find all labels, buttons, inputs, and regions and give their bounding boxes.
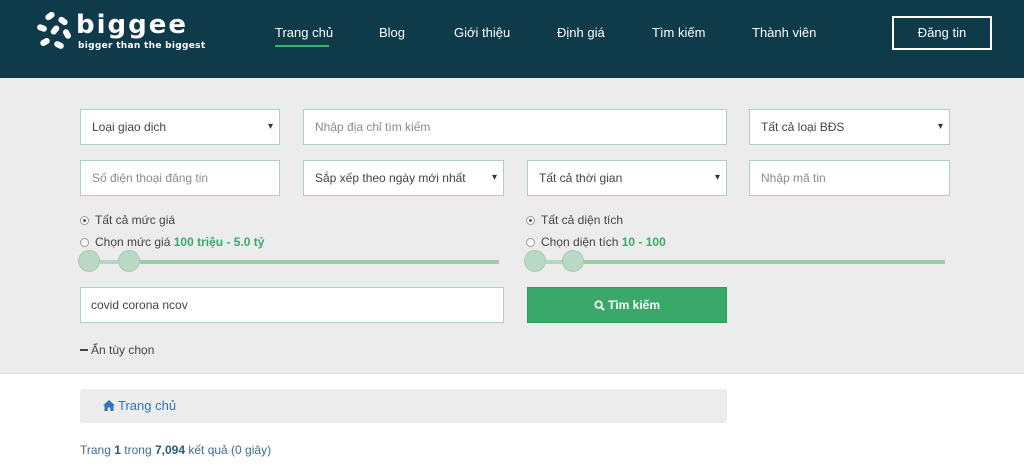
nav-item-blog[interactable]: Blog	[379, 25, 405, 40]
results-page: 1	[114, 443, 121, 457]
nav-active-indicator	[275, 45, 329, 47]
post-listing-button[interactable]: Đăng tin	[892, 16, 992, 50]
home-icon	[103, 400, 115, 411]
area-range-value: 10 - 100	[621, 235, 666, 249]
price-choose-label: Chọn mức giá	[95, 235, 171, 249]
sort-select[interactable]: Sắp xếp theo ngày mới nhất	[303, 160, 504, 196]
nav-item-about[interactable]: Giới thiệu	[454, 25, 510, 40]
toggle-options-link[interactable]: Ẩn tùy chọn	[80, 343, 154, 357]
biggee-logo-icon	[37, 12, 71, 49]
results-summary: Trang 1 trong 7,094 kết quả (0 giây)	[80, 443, 271, 457]
price-all-radio[interactable]	[80, 216, 89, 225]
phone-input[interactable]: Số điện thoại đăng tin	[80, 160, 280, 196]
breadcrumb: Trang chủ	[80, 389, 727, 423]
price-min-handle[interactable]	[78, 250, 100, 272]
area-slider-fill	[573, 260, 945, 264]
address-search-input[interactable]: Nhập địa chỉ tìm kiếm	[303, 109, 727, 145]
toggle-options-label: Ẩn tùy chọn	[91, 343, 155, 357]
price-slider-fill	[129, 260, 499, 264]
area-all-label: Tất cả diện tích	[541, 213, 624, 227]
nav-item-search[interactable]: Tìm kiếm	[652, 25, 705, 40]
search-icon	[594, 300, 605, 311]
nav-item-valuation[interactable]: Định giá	[557, 25, 605, 40]
logo[interactable]: biggee bigger than the biggest	[36, 10, 236, 54]
area-range-slider[interactable]	[524, 250, 945, 274]
listing-code-input[interactable]: Nhập mã tin	[749, 160, 950, 196]
price-range-value: 100 triệu - 5.0 tỷ	[173, 235, 265, 249]
time-range-select[interactable]: Tất cả thời gian	[527, 160, 727, 196]
breadcrumb-home-label: Trang chủ	[118, 398, 177, 413]
transaction-type-select[interactable]: Loại giao dịch	[80, 109, 280, 145]
price-max-handle[interactable]	[118, 250, 140, 272]
area-choose-label: Chọn diện tích	[541, 235, 619, 249]
brand-name: biggee	[76, 10, 189, 40]
results-total: 7,094	[154, 443, 186, 457]
price-all-option[interactable]: Tất cả mức giá	[80, 213, 175, 227]
area-all-radio[interactable]	[526, 216, 535, 225]
price-choose-option[interactable]: Chọn mức giá 100 triệu - 5.0 tỷ	[80, 235, 264, 249]
minus-icon	[80, 349, 88, 351]
price-choose-radio[interactable]	[80, 238, 89, 247]
area-choose-radio[interactable]	[526, 238, 535, 247]
search-button[interactable]: Tìm kiếm	[527, 287, 727, 323]
results-prefix: Trang	[80, 443, 111, 457]
area-min-handle[interactable]	[524, 250, 546, 272]
site-header: biggee bigger than the biggest Trang chủ…	[0, 0, 1024, 78]
results-suffix: kết quả (0 giây)	[188, 443, 272, 457]
price-range-slider[interactable]	[78, 250, 499, 274]
area-max-handle[interactable]	[562, 250, 584, 272]
price-all-label: Tất cả mức giá	[95, 213, 176, 227]
brand-tagline: bigger than the biggest	[78, 41, 206, 51]
property-type-select[interactable]: Tất cả loại BĐS	[749, 109, 950, 145]
keyword-input[interactable]: covid corona ncov	[80, 287, 504, 323]
nav-item-members[interactable]: Thành viên	[752, 25, 816, 40]
area-all-option[interactable]: Tất cả diện tích	[526, 213, 623, 227]
breadcrumb-home[interactable]: Trang chủ	[103, 398, 176, 413]
search-button-label: Tìm kiếm	[607, 298, 661, 312]
area-choose-option[interactable]: Chọn diện tích 10 - 100	[526, 235, 666, 249]
results-middle: trong	[124, 443, 152, 457]
nav-item-home[interactable]: Trang chủ	[275, 25, 333, 40]
